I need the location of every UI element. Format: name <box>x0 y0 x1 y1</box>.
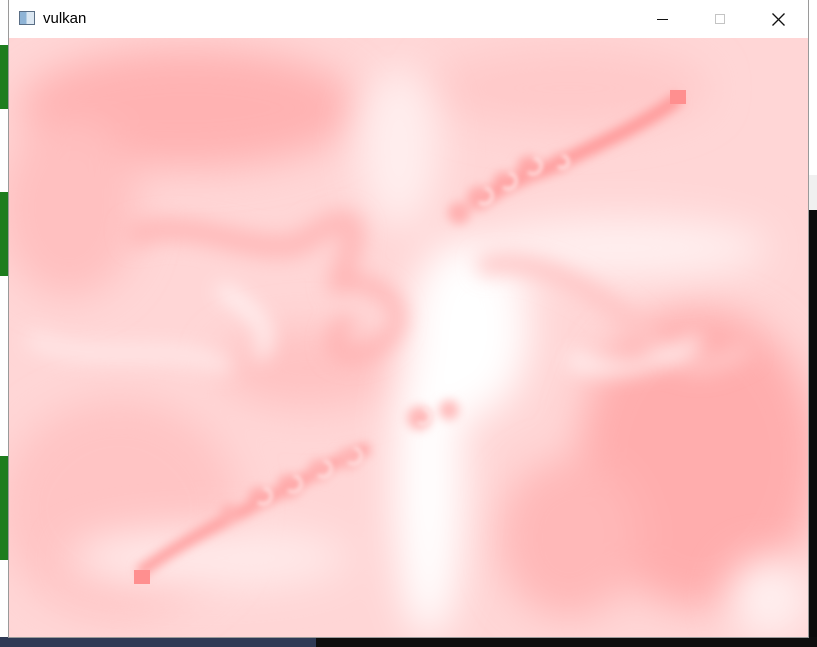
background-panel <box>808 175 817 210</box>
emitter-source <box>134 570 150 584</box>
background-panel <box>808 0 817 175</box>
fluid-simulation-canvas <box>9 38 808 637</box>
app-window-icon <box>19 11 35 25</box>
render-viewport[interactable] <box>9 38 808 637</box>
background-green-strip <box>0 45 8 109</box>
emitter-source <box>670 90 686 104</box>
vulkan-window[interactable]: vulkan <box>9 0 808 637</box>
background-green-strip <box>0 192 8 276</box>
title-bar[interactable]: vulkan <box>9 0 808 38</box>
maximize-icon <box>715 14 725 24</box>
taskbar-segment <box>0 637 316 647</box>
window-title: vulkan <box>43 10 87 27</box>
minimize-button[interactable] <box>639 0 685 38</box>
background-green-strip <box>0 456 8 560</box>
minimize-icon <box>656 18 668 20</box>
taskbar-strip <box>0 637 817 647</box>
maximize-button[interactable] <box>697 0 743 38</box>
close-button[interactable] <box>755 0 801 38</box>
background-window-right-edge <box>808 0 817 647</box>
close-icon <box>771 12 785 26</box>
